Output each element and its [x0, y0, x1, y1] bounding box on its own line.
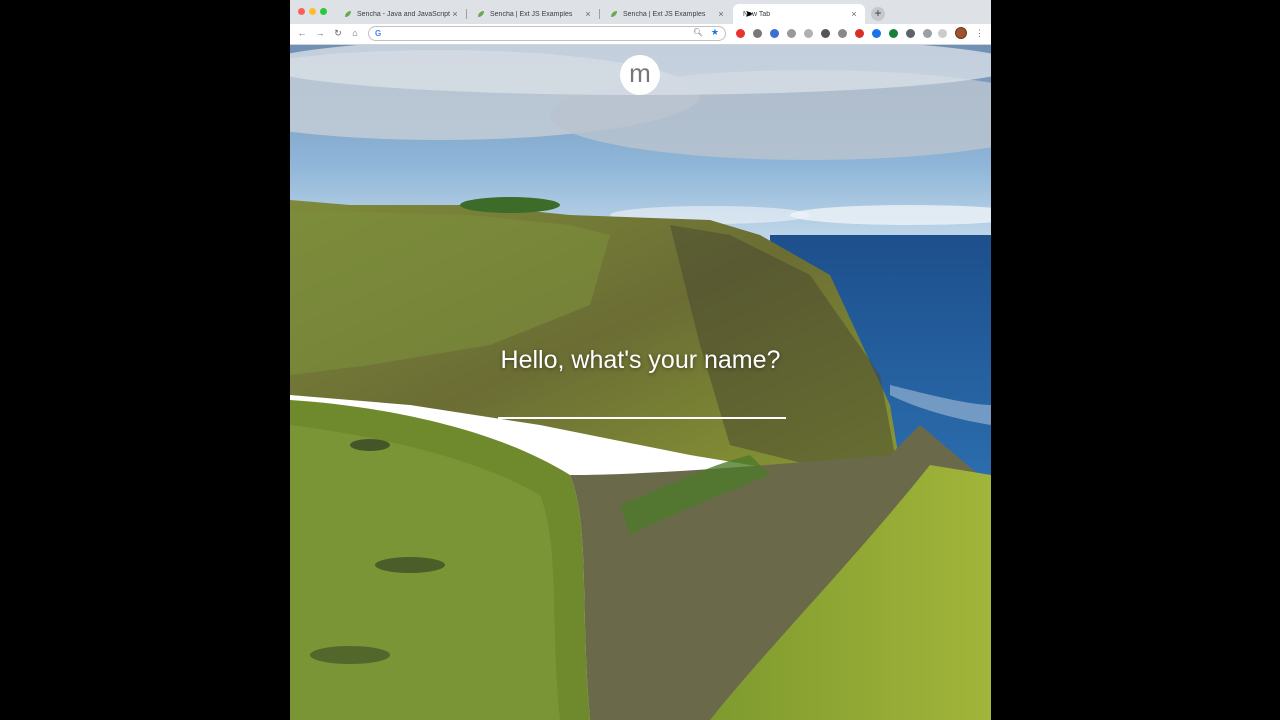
close-icon[interactable]: × — [583, 9, 593, 19]
profile-avatar[interactable] — [955, 27, 967, 39]
tab-strip: Sencha - Java and JavaScript F × Sencha … — [290, 0, 991, 24]
mouse-cursor-icon: ➤ — [745, 9, 754, 20]
tab-extjs-examples-2[interactable]: Sencha | Ext JS Examples × — [600, 4, 732, 24]
extension-icon[interactable] — [821, 29, 830, 38]
extension-icon[interactable] — [906, 29, 915, 38]
google-icon: G — [375, 29, 382, 38]
extension-icon[interactable] — [770, 29, 779, 38]
browser-window: Sencha - Java and JavaScript F × Sencha … — [290, 0, 991, 720]
close-icon[interactable]: × — [716, 9, 726, 19]
extension-icon[interactable] — [855, 29, 864, 38]
extension-icon[interactable] — [787, 29, 796, 38]
back-arrow-icon[interactable]: ← — [296, 27, 308, 39]
new-tab-button[interactable]: + — [871, 7, 885, 21]
sencha-leaf-icon — [344, 10, 352, 18]
tab-title: Sencha | Ext JS Examples — [490, 10, 573, 18]
extension-icon[interactable] — [804, 29, 813, 38]
reload-icon[interactable]: ↻ — [332, 27, 344, 39]
more-menu-icon[interactable]: ⋮ — [975, 27, 984, 39]
app-logo[interactable]: m — [620, 55, 660, 95]
greeting-prompt: Hello, what's your name? — [500, 346, 781, 374]
extension-icon[interactable] — [938, 29, 947, 38]
extension-icon[interactable] — [889, 29, 898, 38]
zoom-icon[interactable]: 🔍︎ — [693, 28, 703, 37]
landscape-background — [290, 45, 991, 720]
window-maximize-button[interactable] — [320, 8, 327, 15]
extension-icon[interactable] — [872, 29, 881, 38]
home-icon[interactable]: ⌂ — [349, 27, 361, 39]
window-minimize-button[interactable] — [309, 8, 316, 15]
tab-title: Sencha - Java and JavaScript F — [357, 10, 450, 18]
extension-icon[interactable] — [923, 29, 932, 38]
name-input[interactable] — [498, 385, 786, 419]
bookmark-star-icon[interactable]: ★ — [711, 27, 719, 38]
close-icon[interactable]: × — [450, 9, 460, 19]
tab-extjs-examples-1[interactable]: Sencha | Ext JS Examples × — [467, 4, 599, 24]
extension-icon[interactable] — [753, 29, 762, 38]
forward-arrow-icon[interactable]: → — [314, 27, 326, 39]
close-icon[interactable]: × — [849, 9, 859, 19]
tab-sencha-home[interactable]: Sencha - Java and JavaScript F × — [334, 4, 466, 24]
window-close-button[interactable] — [298, 8, 305, 15]
tab-title: New Tab — [743, 10, 771, 18]
sencha-leaf-icon — [610, 10, 618, 18]
browser-toolbar: ← → ↻ ⌂ G 🔍︎ ★ ⋮ — [290, 24, 991, 45]
address-bar[interactable]: G 🔍︎ ★ — [368, 26, 726, 41]
new-tab-page: m Hello, what's your name? — [290, 45, 991, 720]
sencha-leaf-icon — [477, 10, 485, 18]
extension-icon[interactable] — [838, 29, 847, 38]
tab-title: Sencha | Ext JS Examples — [623, 10, 706, 18]
opera-extension-icon[interactable] — [736, 29, 745, 38]
